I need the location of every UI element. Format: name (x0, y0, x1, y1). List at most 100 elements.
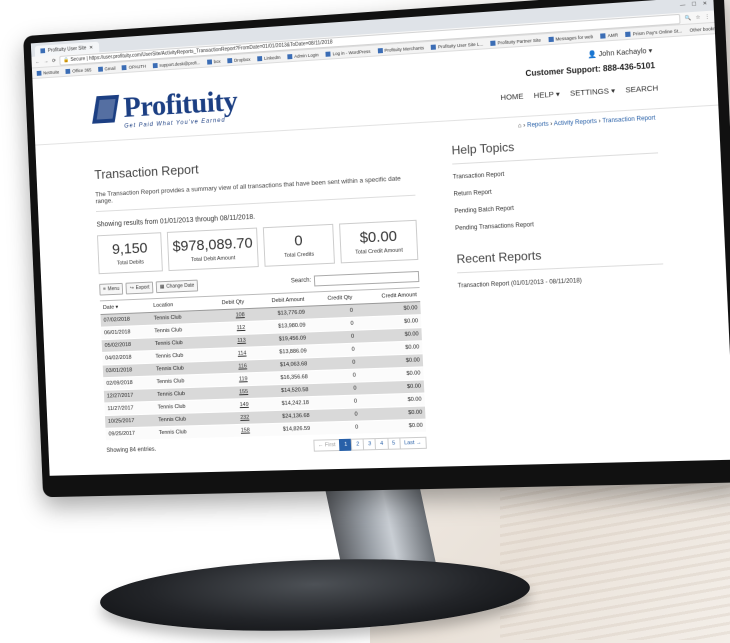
table-cell: 0 (312, 420, 362, 436)
search-wrap: Search: (291, 270, 420, 286)
nav-search[interactable]: SEARCH (625, 83, 658, 94)
bookmark-icon (548, 36, 554, 42)
recent-report-link[interactable]: Transaction Report (01/01/2013 - 08/11/2… (458, 275, 664, 289)
back-icon[interactable]: ← (35, 59, 40, 65)
table-cell: 09/25/2017 (105, 426, 157, 441)
bookmark-icon (490, 40, 496, 46)
bookmark-item[interactable]: Gmail (97, 65, 116, 72)
profituity-logo[interactable]: Profituity Get Paid What You've Earned (90, 84, 238, 130)
menu-label: Menu (107, 285, 120, 293)
nav-home[interactable]: HOME (500, 92, 523, 103)
share-icon: ↪ (129, 285, 134, 292)
bookmark-item[interactable]: box (206, 58, 221, 65)
bookmark-icon (625, 31, 631, 37)
stat-label: Total Credits (284, 251, 315, 259)
help-topic-link[interactable]: Pending Batch Report (454, 199, 660, 215)
bookmark-icon (36, 70, 42, 76)
close-window-icon[interactable]: ✕ (703, 1, 708, 7)
support-phone: 888-436-5101 (602, 60, 656, 74)
bookmark-item[interactable]: NetSuite (36, 69, 59, 76)
bookmark-icon (152, 62, 158, 68)
page-last[interactable]: Last → (398, 436, 427, 450)
stat-total-debits: 9,150 Total Debits (97, 232, 164, 275)
stat-label: Total Debit Amount (190, 255, 236, 264)
bookmark-item[interactable]: Prism Pay's Online St... (625, 28, 682, 37)
nav-settings[interactable]: SETTINGS ▾ (570, 86, 615, 98)
bookmark-icon (287, 53, 293, 59)
table-cell: $14,826.59 (252, 422, 314, 437)
calendar-icon: ▦ (159, 283, 165, 291)
stat-total-credits: 0 Total Credits (262, 223, 335, 267)
nav-help[interactable]: HELP ▾ (533, 89, 559, 100)
forward-icon[interactable]: → (44, 58, 49, 64)
top-nav: HOME HELP ▾ SETTINGS ▾ SEARCH (500, 83, 658, 102)
user-name: John Kachaylo (598, 48, 647, 59)
bookmark-item[interactable]: Profituity User Site L... (430, 41, 483, 50)
reload-icon[interactable]: ⟳ (52, 58, 56, 64)
bookmark-item[interactable]: Office 365 (65, 67, 91, 74)
maximize-icon[interactable]: ☐ (692, 1, 697, 8)
stat-value: 9,150 (111, 239, 148, 258)
bookmark-icon (227, 57, 233, 63)
change-date-button[interactable]: ▦ Change Date (155, 279, 199, 294)
lock-icon: 🔒 (63, 56, 70, 63)
close-tab-icon[interactable]: ✕ (89, 44, 93, 50)
home-icon[interactable]: ⌂ (518, 123, 522, 129)
change-date-label: Change Date (166, 282, 195, 290)
help-topic-link[interactable]: Pending Transactions Report (455, 216, 661, 232)
star-icon[interactable]: ☆ (695, 14, 700, 21)
breadcrumb-transaction-report[interactable]: Transaction Report (602, 115, 655, 124)
export-button[interactable]: ↪ Export (125, 281, 154, 295)
page-first[interactable]: ← First (312, 439, 341, 452)
logo-text: Profituity (122, 84, 238, 124)
help-topic-link[interactable]: Return Report (453, 181, 659, 198)
bookmark-item[interactable]: OPAUTH (121, 63, 146, 70)
bookmark-item[interactable]: Profituity Merchants (377, 45, 424, 53)
export-label: Export (135, 284, 150, 292)
minimize-icon[interactable]: — (680, 2, 686, 9)
other-bookmarks[interactable]: Other bookmarks (689, 25, 715, 33)
table-cell: $0.00 (360, 419, 427, 434)
stat-value: 0 (294, 232, 303, 250)
menu-button[interactable]: ≡ Menu (99, 282, 124, 296)
bookmark-icon (65, 68, 71, 74)
bookmark-item[interactable]: Dropbox (227, 56, 251, 63)
debit-qty-link[interactable]: 232 (207, 411, 253, 426)
bookmark-icon (430, 44, 437, 50)
transaction-table: Date ▾ Location Debit Qty Debit Amount C… (99, 287, 427, 441)
bookmark-item[interactable]: Profituity Partner Site (490, 37, 541, 46)
entries-count: Showing 84 entries. (106, 446, 157, 455)
bookmark-item[interactable]: Admin Login (287, 52, 319, 59)
bookmark-item[interactable]: AMR (600, 32, 618, 39)
bookmark-item[interactable]: Messages for web (548, 34, 593, 42)
stat-value: $0.00 (359, 227, 398, 247)
menu-dots-icon[interactable]: ⋮ (704, 13, 710, 20)
monitor: Profituity User Site ✕ — ☐ ✕ ← → ⟳ 🔒 Sec… (23, 0, 730, 498)
stats-row: 9,150 Total Debits $978,089.70 Total Deb… (97, 219, 419, 275)
pagination: ← First 1 2 3 4 5 Last → (312, 436, 427, 452)
breadcrumb-activity-reports[interactable]: Activity Reports (554, 119, 597, 128)
search-label: Search: (290, 277, 312, 285)
stat-total-credit-amount: $0.00 Total Credit Amount (339, 219, 419, 264)
bookmark-item[interactable]: support.desk@profi... (152, 60, 200, 68)
secure-label: Secure (70, 55, 86, 63)
stat-label: Total Credit Amount (355, 247, 404, 256)
zoom-icon[interactable]: 🔍 (685, 15, 692, 22)
bookmark-icon (121, 64, 127, 70)
list-icon: ≡ (103, 286, 107, 293)
user-menu[interactable]: 👤 John Kachaylo ▾ (587, 47, 652, 59)
breadcrumb: ⌂ › Reports › Activity Reports › Transac… (517, 115, 656, 130)
debit-qty-link[interactable]: 158 (208, 424, 254, 439)
bookmark-icon (600, 32, 606, 39)
breadcrumb-reports[interactable]: Reports (527, 122, 549, 129)
user-icon: 👤 (587, 51, 597, 59)
search-input[interactable] (313, 270, 420, 286)
bookmark-item[interactable]: LinkedIn (257, 54, 281, 61)
bookmark-item[interactable]: Log in - WordPress (325, 48, 371, 57)
bookmark-icon (377, 47, 383, 53)
help-topic-link[interactable]: Transaction Report (453, 164, 659, 181)
table-cell: Tennis Club (155, 425, 209, 440)
favicon-icon (40, 48, 46, 54)
support-label: Customer Support: (525, 64, 601, 79)
tab-title: Profituity User Site (47, 44, 87, 54)
